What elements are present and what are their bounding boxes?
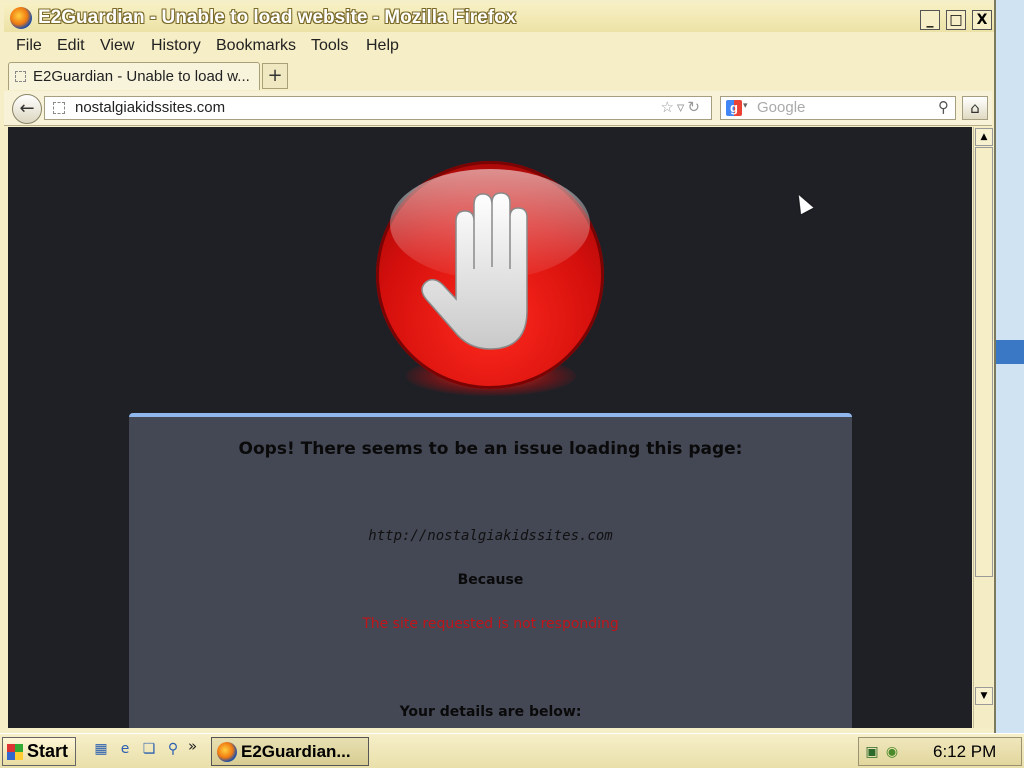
close-button[interactable]: X (972, 10, 992, 30)
menu-view[interactable]: View (100, 37, 134, 55)
navigation-toolbar: ← nostalgiakidssites.com ☆▿↻ g ▾ Google … (4, 91, 992, 126)
new-tab-button[interactable]: + (262, 63, 288, 89)
network-icon[interactable]: ▣ (863, 743, 881, 761)
home-button[interactable]: ⌂ (962, 96, 988, 120)
page-favicon-icon (15, 71, 26, 82)
url-text[interactable]: nostalgiakidssites.com (75, 99, 225, 116)
back-arrow-icon: ← (19, 98, 35, 119)
volume-icon[interactable]: ◉ (883, 743, 901, 761)
windows-logo-icon-lower (7, 752, 23, 760)
dropdown-arrow-icon[interactable]: ▿ (677, 98, 688, 116)
details-label: Your details are below: (399, 704, 582, 720)
page-content: Oops! There seems to be an issue loading… (8, 127, 972, 728)
search-launch-icon[interactable]: ⚲ (164, 740, 182, 758)
because-label: Because (457, 572, 524, 588)
menu-bookmarks[interactable]: Bookmarks (216, 37, 296, 55)
scroll-down-button[interactable]: ▼ (975, 687, 993, 705)
home-icon: ⌂ (970, 99, 980, 117)
ie-icon[interactable]: e (116, 740, 134, 758)
scroll-up-button[interactable]: ▲ (975, 128, 993, 146)
window-title: E2Guardian - Unable to load website - Mo… (38, 7, 517, 28)
menu-help[interactable]: Help (366, 37, 399, 55)
site-identity-icon (53, 102, 65, 114)
tab-strip: E2Guardian - Unable to load w... + (4, 60, 992, 90)
window-switch-icon[interactable]: ❏ (140, 740, 158, 758)
quicklaunch-more-icon[interactable]: » (188, 737, 197, 755)
google-icon[interactable]: g (726, 100, 742, 116)
vertical-scrollbar[interactable]: ▲ ▼ (973, 127, 993, 728)
search-bar[interactable]: g ▾ Google ⚲ (720, 96, 956, 120)
taskbar-firefox-button[interactable]: E2Guardian... (211, 737, 369, 766)
search-engine-dropdown-icon[interactable]: ▾ (743, 101, 748, 111)
search-input[interactable]: Google (757, 99, 805, 116)
reload-icon[interactable]: ↻ (687, 98, 703, 116)
url-bar[interactable]: nostalgiakidssites.com ☆▿↻ (44, 96, 712, 120)
title-bar[interactable]: E2Guardian - Unable to load website - Mo… (4, 4, 994, 32)
requested-url: http://nostalgiakidssites.com (368, 528, 613, 544)
minimize-button[interactable]: _ (920, 10, 940, 30)
firefox-icon (10, 7, 32, 29)
menu-edit[interactable]: Edit (57, 37, 85, 55)
clock[interactable]: 6:12 PM (933, 742, 996, 762)
browser-window: E2Guardian - Unable to load website - Mo… (0, 0, 996, 733)
scroll-thumb[interactable] (975, 147, 993, 577)
error-reason: The site requested is not responding (362, 616, 619, 632)
stop-hand-icon (376, 161, 606, 401)
menu-file[interactable]: File (16, 37, 42, 55)
star-icon[interactable]: ☆ (660, 98, 676, 116)
tab-label: E2Guardian - Unable to load w... (33, 68, 250, 85)
hand-icon (421, 192, 528, 350)
desktop-edge (996, 340, 1024, 364)
error-heading: Oops! There seems to be an issue loading… (238, 439, 743, 459)
back-button[interactable]: ← (12, 94, 42, 124)
start-label: Start (27, 741, 69, 761)
error-panel: Oops! There seems to be an issue loading… (129, 413, 852, 728)
start-button[interactable]: Start (2, 737, 76, 766)
system-tray: ▣ ◉ 6:12 PM (858, 737, 1022, 766)
firefox-icon (217, 742, 237, 762)
taskbar: Start ▦ e ❏ ⚲ » E2Guardian... ▣ ◉ 6:12 P… (0, 733, 1024, 768)
tab-active[interactable]: E2Guardian - Unable to load w... (8, 62, 260, 90)
maximize-button[interactable]: □ (946, 10, 966, 30)
show-desktop-icon[interactable]: ▦ (92, 740, 110, 758)
menu-bar: File Edit View History Bookmarks Tools H… (4, 34, 992, 58)
taskbar-firefox-label: E2Guardian... (241, 742, 351, 761)
search-icon[interactable]: ⚲ (938, 98, 949, 116)
menu-history[interactable]: History (151, 37, 201, 55)
url-bar-icons: ☆▿↻ (660, 98, 703, 116)
menu-tools[interactable]: Tools (311, 37, 348, 55)
